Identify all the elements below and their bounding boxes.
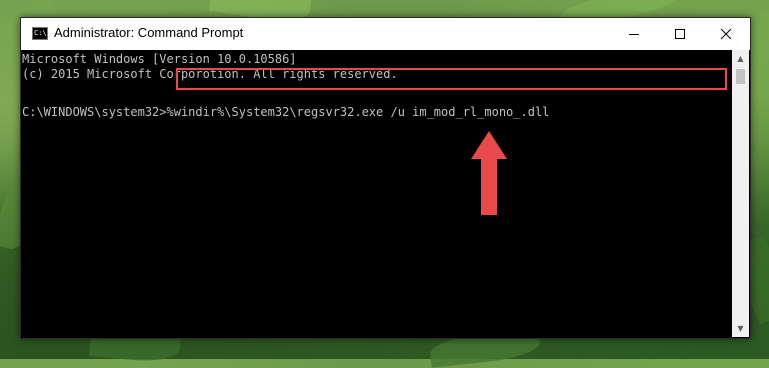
- command-prompt-path: C:\WINDOWS\system32>: [22, 105, 167, 119]
- window-title: Administrator: Command Prompt: [54, 25, 244, 40]
- minimize-icon: [629, 34, 639, 35]
- minimize-button[interactable]: [611, 18, 657, 50]
- scroll-down-arrow-icon[interactable]: ▼: [732, 320, 749, 337]
- maximize-icon: [675, 29, 685, 39]
- vertical-scrollbar[interactable]: ▲ ▼: [732, 50, 749, 337]
- maximize-button[interactable]: [657, 18, 703, 50]
- command-prompt-icon[interactable]: C:\: [32, 27, 48, 40]
- close-button[interactable]: [703, 18, 749, 50]
- command-line[interactable]: C:\WINDOWS\system32>%windir%\System32\re…: [22, 105, 549, 120]
- command-text[interactable]: %windir%\System32\regsvr32.exe /u im_mod…: [167, 105, 550, 119]
- console-line: Microsoft Windows [Version 10.0.10586]: [22, 52, 297, 66]
- title-bar[interactable]: C:\ Administrator: Command Prompt: [21, 18, 750, 50]
- command-highlight-box: [176, 68, 727, 90]
- command-prompt-window[interactable]: C:\ Administrator: Command Prompt Micros…: [20, 17, 751, 339]
- scrollbar-thumb[interactable]: [736, 69, 745, 84]
- console-output[interactable]: Microsoft Windows [Version 10.0.10586] (…: [21, 50, 732, 338]
- close-icon: [720, 28, 732, 40]
- red-up-arrow-icon: [471, 131, 507, 215]
- scroll-up-arrow-icon[interactable]: ▲: [732, 50, 749, 67]
